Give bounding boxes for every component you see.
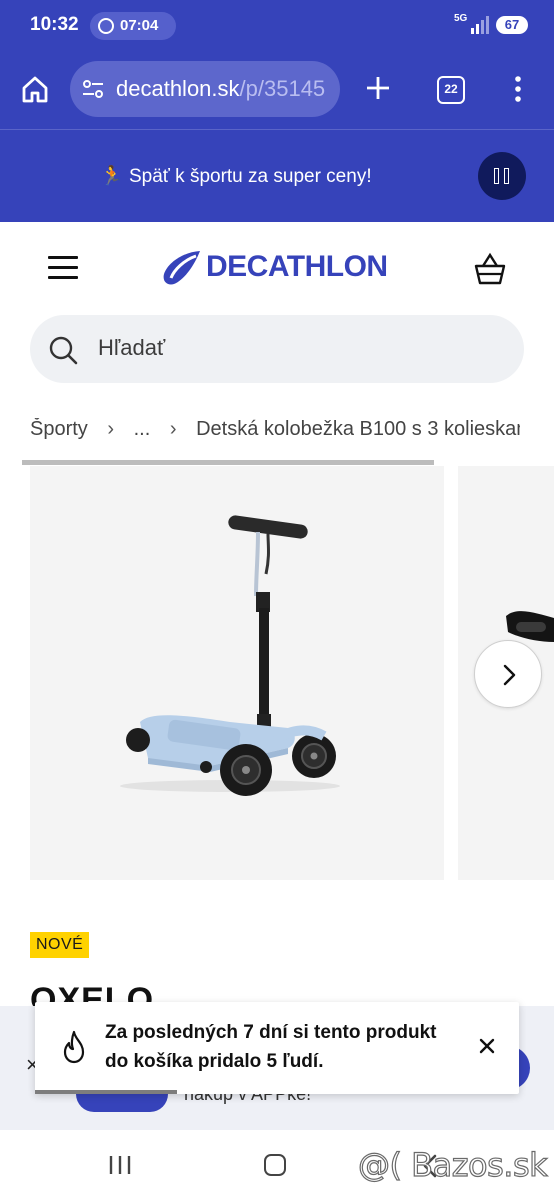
timer-text: 07:04 — [120, 17, 159, 34]
runner-emoji: 🏃 — [100, 166, 124, 187]
toast-line-1: Za posledných 7 dní si tento produkt — [105, 1022, 437, 1043]
tab-switcher-button[interactable]: 22 — [437, 76, 465, 104]
new-tab-icon[interactable] — [364, 74, 392, 102]
status-bar: 10:32 07:04 5G 67 — [0, 0, 554, 52]
chevron-right-icon — [503, 664, 516, 686]
home-icon[interactable] — [20, 74, 50, 104]
logo-mark-icon — [163, 251, 200, 285]
url-path: /p/35145 — [239, 76, 326, 101]
hamburger-menu-icon[interactable] — [48, 256, 80, 280]
timer-icon — [98, 18, 114, 34]
logo-text: DECATHLON — [206, 250, 388, 283]
search-input[interactable] — [98, 335, 478, 361]
breadcrumb-item-sports[interactable]: Športy — [30, 418, 88, 441]
toast-timer-bar — [35, 1090, 177, 1094]
url-text[interactable]: decathlon.sk/p/35145 — [116, 76, 325, 102]
network-type: 5G — [454, 13, 468, 24]
timer-chip: 07:04 — [90, 12, 176, 40]
search-icon — [49, 336, 78, 365]
new-badge: NOVÉ — [30, 932, 90, 958]
toast-message: Za posledných 7 dní si tento produkt do … — [105, 1018, 465, 1076]
more-menu-icon[interactable] — [510, 74, 526, 104]
scooter-image — [120, 515, 340, 796]
battery-indicator: 67 — [496, 16, 528, 34]
url-host: decathlon.sk — [116, 76, 240, 101]
chevron-right-icon: › — [169, 418, 177, 441]
site-settings-icon[interactable] — [82, 78, 104, 100]
cart-icon[interactable] — [472, 252, 508, 286]
promo-text: 🏃 Späť k športu za super ceny! — [100, 164, 372, 188]
breadcrumb-item-ellipsis[interactable]: ... — [134, 418, 151, 441]
carousel-progress-bar — [22, 460, 434, 465]
product-image[interactable] — [30, 466, 444, 880]
home-nav-icon[interactable] — [264, 1154, 286, 1176]
pause-icon — [494, 168, 499, 184]
pause-button[interactable] — [478, 152, 526, 200]
address-bar[interactable]: decathlon.sk/p/35145 — [70, 61, 340, 117]
promo-banner[interactable]: 🏃 Späť k športu za super ceny! — [0, 130, 554, 222]
search-bar[interactable] — [30, 315, 524, 383]
toast-line-2: do košíka pridalo 5 ľudí. — [105, 1051, 324, 1072]
watermark: @( Bazos.sk — [357, 1145, 548, 1184]
recent-apps-icon[interactable] — [108, 1154, 132, 1176]
social-proof-toast: Za posledných 7 dní si tento produkt do … — [35, 1002, 519, 1094]
browser-toolbar: decathlon.sk/p/35145 22 — [0, 52, 554, 130]
promo-message: Späť k športu za super ceny! — [128, 166, 372, 187]
breadcrumb: Športy › ... › Detská kolobežka B100 s 3… — [30, 418, 520, 448]
breadcrumb-item-current: Detská kolobežka B100 s 3 kolieskami — [196, 418, 520, 441]
chevron-right-icon: › — [107, 418, 115, 441]
flame-icon — [63, 1030, 85, 1064]
carousel-next-button[interactable] — [474, 640, 542, 708]
status-time: 10:32 — [30, 14, 79, 35]
signal-icon — [471, 16, 489, 34]
close-icon[interactable] — [473, 1032, 501, 1060]
decathlon-logo[interactable]: DECATHLON — [160, 248, 396, 288]
